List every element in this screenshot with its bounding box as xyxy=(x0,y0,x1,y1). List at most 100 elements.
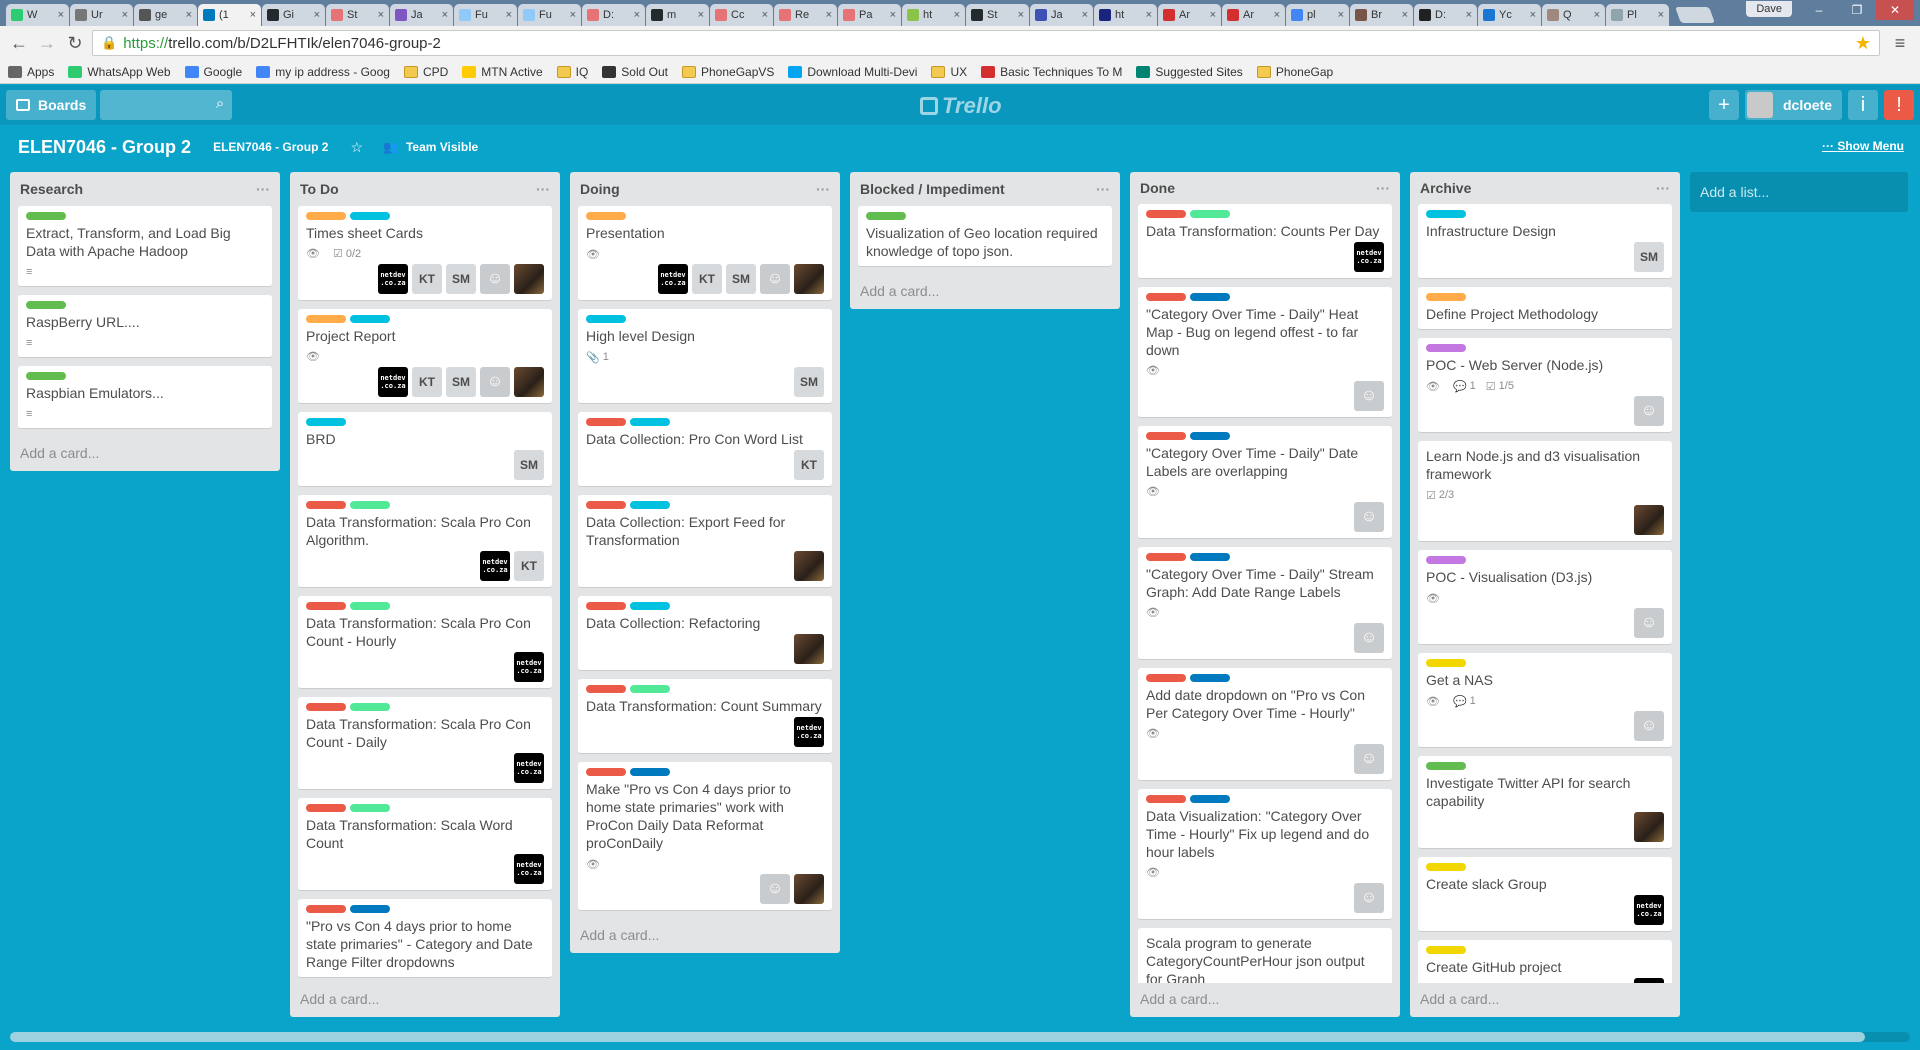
user-menu-button[interactable]: dcloete xyxy=(1744,90,1842,120)
card[interactable]: Data Transformation: Scala Pro Con Algor… xyxy=(298,494,552,588)
member-avatar-photo[interactable] xyxy=(794,634,824,664)
close-window-button[interactable]: ✕ xyxy=(1876,0,1914,20)
search-input[interactable]: ⌕ xyxy=(100,90,233,120)
back-icon[interactable]: ← xyxy=(8,33,30,54)
bookmark-item[interactable]: IQ xyxy=(556,65,588,79)
card[interactable]: Visualization of Geo location required k… xyxy=(858,206,1112,267)
browser-menu-icon[interactable]: ≡ xyxy=(1888,33,1912,54)
member-avatar-initials[interactable]: SM xyxy=(514,449,544,480)
tab-close-icon[interactable]: × xyxy=(1018,9,1024,21)
card[interactable]: Create slack Group netdev .co.za xyxy=(1418,857,1672,933)
board-org-link[interactable]: ELEN7046 - Group 2 xyxy=(213,140,328,154)
show-menu-link[interactable]: ··· Show Menu xyxy=(1822,139,1904,153)
tab-close-icon[interactable]: × xyxy=(250,9,256,21)
tab-close-icon[interactable]: × xyxy=(762,9,768,21)
star-icon[interactable]: ☆ xyxy=(350,139,363,156)
tab-close-icon[interactable]: × xyxy=(1658,9,1664,21)
member-avatar-netdev[interactable]: netdev .co.za xyxy=(514,752,544,783)
member-avatar-initials[interactable]: SM xyxy=(1634,242,1664,273)
browser-tab[interactable]: Fu × xyxy=(454,4,517,26)
browser-tab[interactable]: ht × xyxy=(1094,4,1157,26)
list-title[interactable]: Done xyxy=(1140,180,1175,196)
bookmark-item[interactable]: Basic Techniques To M xyxy=(981,65,1122,79)
card[interactable]: "Pro vs Con 4 days prior to home state p… xyxy=(298,898,552,978)
browser-tab[interactable]: Re × xyxy=(774,4,837,26)
member-avatar-initials[interactable]: KT xyxy=(794,450,824,480)
bookmark-item[interactable]: my ip address - Goog xyxy=(256,65,390,79)
member-avatar-netdev[interactable]: netdev .co.za xyxy=(1634,978,1664,983)
card[interactable]: Times sheet Cards 👁 ☑ 0/2 netdev .co.za KT SM ☺ xyxy=(298,205,552,301)
maximize-button[interactable]: ❐ xyxy=(1838,0,1876,20)
visibility-button[interactable]: 👥 Team Visible xyxy=(383,140,478,154)
card[interactable]: Presentation 👁 netdev .co.za KT SM ☺ xyxy=(578,206,832,301)
browser-tab[interactable]: Ja × xyxy=(1030,4,1093,26)
member-avatar-default[interactable]: ☺ xyxy=(1354,882,1384,913)
member-avatar-photo[interactable] xyxy=(1634,812,1664,843)
tab-close-icon[interactable]: × xyxy=(58,9,64,21)
card[interactable]: Extract, Transform, and Load Big Data wi… xyxy=(18,206,272,287)
bookmark-item[interactable]: Suggested Sites xyxy=(1136,65,1243,79)
browser-tab[interactable]: St × xyxy=(326,4,389,26)
browser-tab[interactable]: Pl × xyxy=(1606,4,1669,26)
new-tab-button[interactable] xyxy=(1675,7,1715,23)
card[interactable]: BRD SM xyxy=(298,411,552,487)
tab-close-icon[interactable]: × xyxy=(122,9,128,21)
list-menu-icon[interactable]: ··· xyxy=(1656,180,1670,196)
member-avatar-netdev[interactable]: netdev .co.za xyxy=(378,366,408,397)
card[interactable]: Data Collection: Refactoring xyxy=(578,596,832,671)
card[interactable]: Project Report 👁 netdev .co.za KT SM ☺ xyxy=(298,308,552,404)
member-avatar-default[interactable]: ☺ xyxy=(1634,396,1664,427)
member-avatar-default[interactable]: ☺ xyxy=(1354,743,1384,774)
browser-tab[interactable]: Pa × xyxy=(838,4,901,26)
member-avatar-photo[interactable] xyxy=(514,263,544,294)
card[interactable]: Data Transformation: Count Summary netdev… xyxy=(578,679,832,754)
bookmark-item[interactable]: Download Multi-Devi xyxy=(788,65,917,79)
tab-close-icon[interactable]: × xyxy=(378,9,384,21)
tab-close-icon[interactable]: × xyxy=(826,9,832,21)
member-avatar-initials[interactable]: SM xyxy=(446,263,476,294)
card[interactable]: Data Transformation: Scala Pro Con Count… xyxy=(298,696,552,790)
bookmark-item[interactable]: CPD xyxy=(403,65,448,79)
browser-tab[interactable]: Fu × xyxy=(518,4,581,26)
browser-tab[interactable]: W × xyxy=(6,4,69,26)
browser-tab[interactable]: Br × xyxy=(1350,4,1413,26)
list-title[interactable]: Doing xyxy=(580,181,620,197)
card[interactable]: POC - Visualisation (D3.js) 👁 ☺ xyxy=(1418,550,1672,646)
card[interactable]: Data Visualization: "Category Over Time … xyxy=(1138,788,1392,920)
member-avatar-photo[interactable] xyxy=(794,264,824,294)
member-avatar-default[interactable]: ☺ xyxy=(1354,622,1384,653)
bookmark-item[interactable]: PhoneGapVS xyxy=(682,65,774,79)
card[interactable]: Data Collection: Pro Con Word List KT xyxy=(578,412,832,487)
bookmark-star-icon[interactable]: ★ xyxy=(1855,33,1871,54)
window-user-badge[interactable]: Dave xyxy=(1746,1,1792,17)
list-header[interactable]: Archive ··· xyxy=(1410,172,1680,204)
tab-close-icon[interactable]: × xyxy=(1338,9,1344,21)
list-header[interactable]: Blocked / Impediment ··· xyxy=(850,172,1120,206)
browser-tab[interactable]: Cc × xyxy=(710,4,773,26)
list-title[interactable]: To Do xyxy=(300,181,339,197)
notification-bell-icon[interactable]: ! xyxy=(1884,90,1914,120)
member-avatar-initials[interactable]: KT xyxy=(514,550,544,581)
browser-tab[interactable]: m × xyxy=(646,4,709,26)
card[interactable]: High level Design 📎 1 SM xyxy=(578,309,832,404)
member-avatar-default[interactable]: ☺ xyxy=(760,874,790,904)
card[interactable]: Create GitHub project netdev .co.za xyxy=(1418,940,1672,983)
add-card-link[interactable]: Add a card... xyxy=(850,275,1120,309)
scrollbar-thumb[interactable] xyxy=(10,1032,1865,1042)
browser-tab[interactable]: D: × xyxy=(1414,4,1477,26)
tab-close-icon[interactable]: × xyxy=(186,9,192,21)
boards-button[interactable]: Boards xyxy=(6,90,97,120)
card[interactable]: Investigate Twitter API for search capab… xyxy=(1418,756,1672,850)
tab-close-icon[interactable]: × xyxy=(1466,9,1472,21)
trello-logo[interactable]: Trello xyxy=(920,93,1002,119)
member-avatar-default[interactable]: ☺ xyxy=(1354,501,1384,532)
member-avatar-default[interactable]: ☺ xyxy=(1634,711,1664,742)
member-avatar-netdev[interactable]: netdev .co.za xyxy=(658,264,688,294)
url-input[interactable]: 🔒 https://trello.com/b/D2LFHTIk/elen7046… xyxy=(92,30,1880,56)
member-avatar-netdev[interactable]: netdev .co.za xyxy=(378,263,408,294)
bookmark-item[interactable]: Apps xyxy=(8,65,54,79)
list-header[interactable]: Done ··· xyxy=(1130,172,1400,204)
add-card-link[interactable]: Add a card... xyxy=(570,919,840,953)
tab-close-icon[interactable]: × xyxy=(1402,9,1408,21)
board-title[interactable]: ELEN7046 - Group 2 xyxy=(18,137,191,158)
